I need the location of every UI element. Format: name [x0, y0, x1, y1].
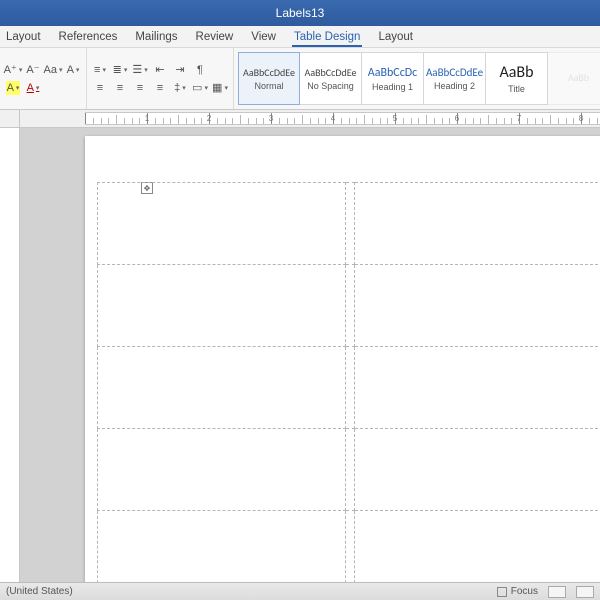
style-more[interactable]: AaBb — [548, 52, 600, 105]
align-right-icon[interactable]: ≡ — [133, 81, 147, 95]
ruler-mark: 2 — [207, 114, 211, 123]
ribbon: A⁺ A⁻ Aa A A A ≡ ≣ ☰ ⇤ ⇥ ¶ ≡ ≡ ≡ ≡ ‡ ▭ ▦… — [0, 48, 600, 110]
clear-format-icon[interactable]: A — [66, 63, 80, 77]
borders-icon[interactable]: ▦ — [213, 81, 227, 95]
ribbon-tabs: Layout References Mailings Review View Table … — [0, 26, 600, 48]
indent-decrease-icon[interactable]: ⇤ — [153, 63, 167, 77]
status-bar: (United States) Focus — [0, 582, 600, 600]
label-cell[interactable] — [354, 265, 600, 347]
tab-review[interactable]: Review — [194, 28, 236, 47]
print-layout-view-icon[interactable] — [548, 586, 566, 598]
font-size-decrease-icon[interactable]: A⁻ — [26, 63, 40, 77]
label-cell[interactable] — [98, 265, 346, 347]
vertical-ruler[interactable] — [0, 128, 20, 582]
label-cell[interactable] — [354, 429, 600, 511]
style-title[interactable]: AaBb Title — [486, 52, 548, 105]
focus-label: Focus — [511, 586, 538, 597]
font-color-icon[interactable]: A — [26, 81, 40, 95]
tab-table-design[interactable]: Table Design — [292, 28, 362, 47]
label-cell[interactable] — [354, 347, 600, 429]
status-language[interactable]: (United States) — [6, 586, 73, 597]
style-normal[interactable]: AaBbCcDdEe Normal — [238, 52, 300, 105]
highlight-icon[interactable]: A — [6, 81, 20, 95]
ruler-mark: 5 — [393, 114, 397, 123]
numbering-icon[interactable]: ≣ — [113, 63, 127, 77]
styles-gallery: AaBbCcDdEeNormalAaBbCcDdEeNo SpacingAaBb… — [234, 48, 600, 109]
font-size-increase-icon[interactable]: A⁺ — [6, 63, 20, 77]
style-label: Title — [508, 84, 525, 94]
shading-icon[interactable]: ▭ — [193, 81, 207, 95]
table-row — [98, 183, 600, 265]
ruler-mark: 8 — [579, 114, 583, 123]
style-label: Normal — [254, 81, 283, 91]
label-cell[interactable] — [98, 347, 346, 429]
style-label: Heading 1 — [372, 82, 413, 92]
style-sample: AaBbCcDdEe — [426, 66, 483, 79]
multilevel-icon[interactable]: ☰ — [133, 63, 147, 77]
justify-icon[interactable]: ≡ — [153, 81, 167, 95]
align-center-icon[interactable]: ≡ — [113, 81, 127, 95]
paragraph-marks-icon[interactable]: ¶ — [193, 63, 207, 77]
web-layout-view-icon[interactable] — [576, 586, 594, 598]
title-bar: Labels13 — [0, 0, 600, 26]
ruler-corner — [0, 110, 20, 127]
table-row — [98, 347, 600, 429]
workspace: ✥ — [0, 128, 600, 582]
tab-layout[interactable]: Layout — [376, 28, 415, 47]
style-sample: AaBbCcDc — [368, 66, 417, 80]
style-label: No Spacing — [307, 81, 354, 91]
change-case-icon[interactable]: Aa — [46, 63, 60, 77]
tab-mailings[interactable]: Mailings — [133, 28, 179, 47]
label-cell[interactable] — [98, 429, 346, 511]
label-cell[interactable] — [98, 511, 346, 583]
ruler-row: 1 2 3 4 5 6 7 8 — [0, 110, 600, 128]
style-heading-1[interactable]: AaBbCcDc Heading 1 — [362, 52, 424, 105]
style-no-spacing[interactable]: AaBbCcDdEe No Spacing — [300, 52, 362, 105]
ruler-mark: 4 — [331, 114, 335, 123]
document-canvas[interactable]: ✥ — [20, 128, 600, 582]
ruler-mark: 3 — [269, 114, 273, 123]
table-row — [98, 429, 600, 511]
label-table[interactable] — [97, 182, 600, 582]
ruler-mark: 7 — [517, 114, 521, 123]
focus-mode-button[interactable]: Focus — [497, 586, 538, 597]
label-cell[interactable] — [354, 511, 600, 583]
style-heading-2[interactable]: AaBbCcDdEe Heading 2 — [424, 52, 486, 105]
label-cell[interactable] — [98, 183, 346, 265]
horizontal-ruler[interactable]: 1 2 3 4 5 6 7 8 — [85, 112, 600, 125]
style-sample: AaBbCcDdEe — [243, 66, 295, 79]
line-spacing-icon[interactable]: ‡ — [173, 81, 187, 95]
page: ✥ — [85, 136, 600, 582]
align-left-icon[interactable]: ≡ — [93, 81, 107, 95]
style-sample: AaBb — [568, 71, 589, 84]
paragraph-group: ≡ ≣ ☰ ⇤ ⇥ ¶ ≡ ≡ ≡ ≡ ‡ ▭ ▦ — [87, 48, 234, 109]
indent-increase-icon[interactable]: ⇥ — [173, 63, 187, 77]
document-title: Labels13 — [276, 6, 325, 20]
label-cell[interactable] — [354, 183, 600, 265]
table-row — [98, 265, 600, 347]
focus-icon — [497, 587, 507, 597]
tab-references[interactable]: References — [57, 28, 120, 47]
style-sample: AaBbCcDdEe — [305, 66, 357, 79]
table-row — [98, 511, 600, 583]
ruler-mark: 6 — [455, 114, 459, 123]
ruler-mark: 1 — [145, 114, 149, 123]
style-label: Heading 2 — [434, 81, 475, 91]
tab-layout[interactable]: Layout — [4, 28, 43, 47]
bullets-icon[interactable]: ≡ — [93, 63, 107, 77]
style-sample: AaBb — [499, 63, 533, 82]
font-group: A⁺ A⁻ Aa A A A — [0, 48, 87, 109]
tab-view[interactable]: View — [249, 28, 278, 47]
